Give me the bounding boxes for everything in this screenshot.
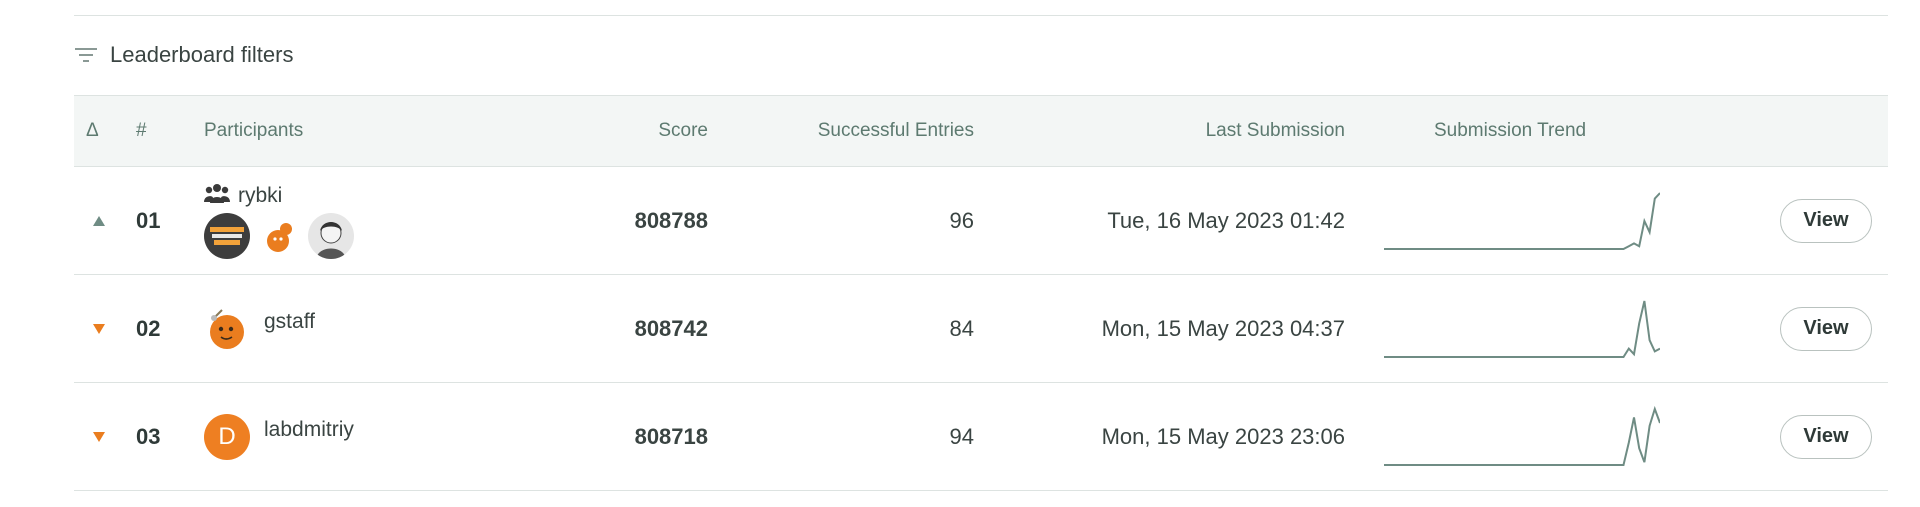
top-divider <box>74 15 1888 16</box>
col-entries: Successful Entries <box>817 120 974 141</box>
view-button[interactable]: View <box>1780 306 1872 351</box>
filter-icon <box>74 46 98 64</box>
filters-label: Leaderboard filters <box>110 42 294 67</box>
col-score: Score <box>658 120 708 141</box>
rank-down-icon <box>92 383 106 490</box>
entries-value: 96 <box>949 207 974 233</box>
table-row: 01 rybki 808788 96 Tue, 16 May 2023 01:4… <box>74 167 1888 275</box>
participant-avatar[interactable] <box>204 305 250 352</box>
trend-line <box>1384 191 1660 250</box>
rank-number: 03 <box>136 423 161 449</box>
participant-avatar[interactable]: D <box>204 413 250 460</box>
submission-trend-chart <box>1384 275 1660 382</box>
member-avatar-mascot[interactable] <box>256 213 302 259</box>
participant-cell: rybki <box>204 167 354 274</box>
view-button[interactable]: View <box>1780 198 1872 243</box>
participant-cell: D labdmitriy <box>204 383 354 490</box>
table-row: 03 D labdmitriy 808718 94 Mon, 15 May 20… <box>74 383 1888 491</box>
leaderboard-filters-toggle[interactable]: Leaderboard filters <box>74 40 293 70</box>
last-submission-value: Mon, 15 May 2023 23:06 <box>1101 423 1345 449</box>
team-icon <box>204 182 230 209</box>
score-value: 808788 <box>634 207 708 233</box>
col-submission-trend: Submission Trend <box>1434 120 1587 141</box>
score-value: 808718 <box>634 423 708 449</box>
participant-cell: gstaff <box>204 275 315 382</box>
score-value: 808742 <box>634 315 708 341</box>
participant-name[interactable]: rybki <box>238 184 282 208</box>
participant-name[interactable]: labdmitriy <box>264 418 354 442</box>
submission-trend-chart <box>1384 383 1660 490</box>
table-header: Δ # Participants Score Successful Entrie… <box>74 95 1888 167</box>
rank-number: 02 <box>136 315 161 341</box>
view-button[interactable]: View <box>1780 414 1872 459</box>
entries-value: 84 <box>949 315 974 341</box>
trend-line <box>1384 300 1660 358</box>
col-rank: # <box>136 120 147 141</box>
last-submission-value: Mon, 15 May 2023 04:37 <box>1101 315 1345 341</box>
col-delta: Δ <box>86 120 99 141</box>
leaderboard-table: Δ # Participants Score Successful Entrie… <box>74 95 1888 491</box>
participant-name[interactable]: gstaff <box>264 310 315 334</box>
col-last-submission: Last Submission <box>1205 120 1345 141</box>
rank-down-icon <box>92 275 106 382</box>
submission-trend-chart <box>1384 167 1660 274</box>
col-participants: Participants <box>204 120 304 141</box>
last-submission-value: Tue, 16 May 2023 01:42 <box>1107 207 1345 233</box>
trend-line <box>1384 405 1660 466</box>
rank-up-icon <box>92 167 106 274</box>
entries-value: 94 <box>949 423 974 449</box>
table-row: 02 gstaff 808742 84 Mon, 15 May 2023 04:… <box>74 275 1888 383</box>
member-avatar-badge[interactable] <box>204 213 250 259</box>
member-avatar-photo[interactable] <box>308 213 354 259</box>
rank-number: 01 <box>136 207 161 233</box>
